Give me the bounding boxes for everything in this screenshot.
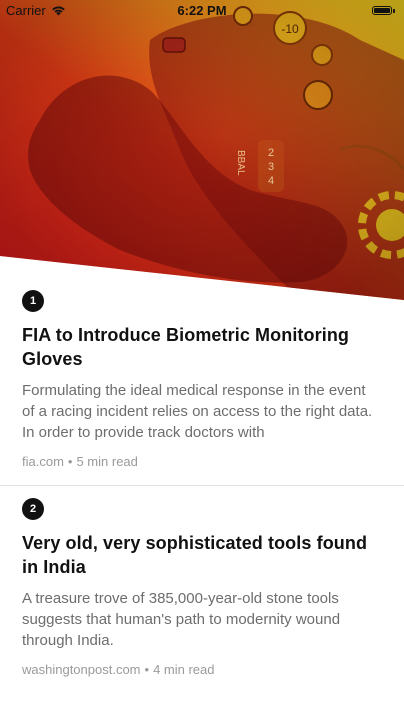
steering-wheel-image: -10 2 3 4 BBAL bbox=[0, 0, 404, 300]
article-meta: fia.com • 5 min read bbox=[22, 454, 382, 485]
article-title[interactable]: Very old, very sophisticated tools found… bbox=[22, 531, 382, 579]
meta-separator: • bbox=[144, 662, 150, 677]
status-time: 6:22 PM bbox=[177, 3, 227, 18]
article-card[interactable]: 1 FIA to Introduce Biometric Monitoring … bbox=[0, 278, 404, 485]
status-bar: Carrier 6:22 PM bbox=[0, 0, 404, 22]
hero-image[interactable]: -10 2 3 4 BBAL bbox=[0, 0, 404, 300]
article-summary: Formulating the ideal medical response i… bbox=[22, 382, 373, 441]
article-source: washingtonpost.com bbox=[22, 662, 141, 677]
article-read-time: 5 min read bbox=[76, 454, 138, 469]
battery-icon bbox=[372, 5, 396, 16]
article-read-time: 4 min read bbox=[153, 662, 215, 677]
article-card[interactable]: 2 Very old, very sophisticated tools fou… bbox=[0, 485, 404, 693]
rank-badge: 2 bbox=[22, 498, 44, 520]
article-source: fia.com bbox=[22, 454, 64, 469]
rank-badge: 1 bbox=[22, 290, 44, 312]
article-title[interactable]: FIA to Introduce Biometric Monitoring Gl… bbox=[22, 323, 382, 371]
screen: -10 2 3 4 BBAL Carrier bbox=[0, 0, 404, 720]
article-feed: 1 FIA to Introduce Biometric Monitoring … bbox=[0, 278, 404, 693]
article-summary: A treasure trove of 385,000-year-old sto… bbox=[22, 590, 341, 649]
meta-separator: • bbox=[67, 454, 73, 469]
article-meta: washingtonpost.com • 4 min read bbox=[22, 662, 382, 693]
